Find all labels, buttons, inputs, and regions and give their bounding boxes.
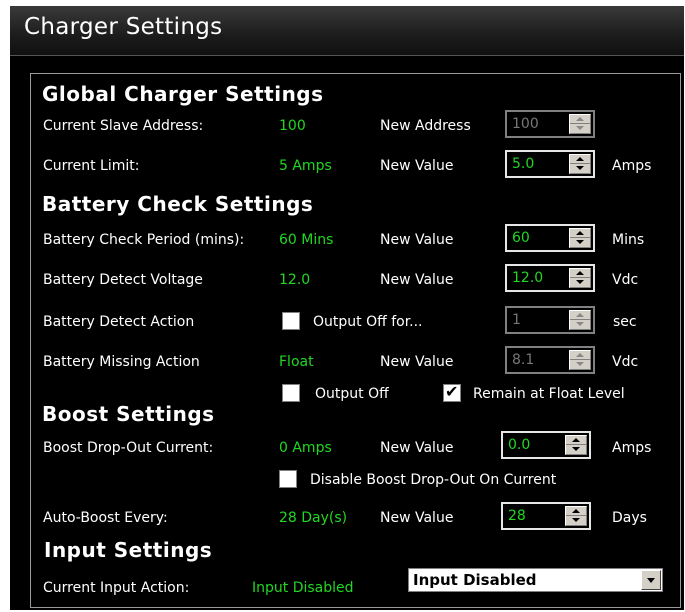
missing-action-value: Float	[279, 354, 314, 370]
spin-down-icon[interactable]	[576, 166, 584, 170]
current-limit-value: 5 Amps	[279, 158, 332, 174]
period-new-value-spinner[interactable]: 60	[505, 224, 595, 252]
global-heading: Global Charger Settings	[42, 82, 324, 106]
detect-action-label: Battery Detect Action	[43, 314, 195, 330]
detect-voltage-label: Battery Detect Voltage	[43, 272, 203, 288]
period-unit: Mins	[612, 232, 645, 248]
period-spin-buttons[interactable]	[569, 228, 591, 248]
disable-boost-label: Disable Boost Drop-Out On Current	[310, 472, 557, 488]
spin-up-icon[interactable]	[576, 313, 584, 317]
boost-heading: Boost Settings	[42, 402, 215, 426]
input-action-selected[interactable]: Input Disabled	[413, 571, 537, 589]
limit-new-value[interactable]: 5.0	[512, 156, 534, 172]
limit-spin-buttons[interactable]	[569, 154, 591, 174]
spin-down-icon[interactable]	[576, 126, 584, 130]
detect-voltage-value: 12.0	[279, 272, 311, 288]
action-new-value-spinner[interactable]: 1	[505, 306, 595, 334]
missing-spin-buttons[interactable]	[569, 350, 591, 370]
voltage-new-value[interactable]: 12.0	[512, 270, 543, 286]
spin-up-icon[interactable]	[576, 271, 584, 275]
current-input-label: Current Input Action:	[43, 580, 190, 596]
dropout-unit: Amps	[612, 440, 652, 456]
spin-up-icon[interactable]	[572, 438, 580, 442]
output-off-for-checkbox[interactable]	[282, 312, 300, 330]
input-heading: Input Settings	[44, 538, 213, 562]
limit-new-value-spinner[interactable]: 5.0	[505, 150, 595, 178]
auto-boost-value: 28 Day(s)	[279, 510, 348, 526]
missing-unit: Vdc	[612, 354, 639, 370]
spin-down-icon[interactable]	[572, 518, 580, 522]
checkmark-icon: ✔	[445, 382, 459, 401]
slave-address-value: 100	[279, 118, 306, 134]
current-limit-label: Current Limit:	[43, 158, 140, 174]
input-action-select[interactable]: Input Disabled	[408, 568, 663, 592]
spin-down-icon[interactable]	[576, 322, 584, 326]
spin-down-icon[interactable]	[576, 240, 584, 244]
output-off-label: Output Off	[315, 386, 389, 402]
spin-up-icon[interactable]	[576, 353, 584, 357]
action-spin-buttons[interactable]	[569, 310, 591, 330]
new-address-spin-buttons[interactable]	[569, 114, 591, 134]
dropout-new-value-spinner[interactable]: 0.0	[501, 431, 591, 459]
missing-new-value[interactable]: 8.1	[512, 352, 534, 368]
window-title: Charger Settings	[24, 14, 223, 40]
missing-new-value-spinner[interactable]: 8.1	[505, 346, 595, 374]
spin-down-icon[interactable]	[576, 362, 584, 366]
spin-up-icon[interactable]	[576, 157, 584, 161]
current-input-value: Input Disabled	[252, 580, 354, 596]
output-off-checkbox[interactable]	[282, 384, 300, 402]
spin-up-icon[interactable]	[572, 509, 580, 513]
check-period-label: Battery Check Period (mins):	[43, 232, 245, 248]
slave-address-label: Current Slave Address:	[43, 118, 204, 134]
voltage-spin-buttons[interactable]	[569, 268, 591, 288]
auto-unit: Days	[612, 510, 647, 526]
check-period-value: 60 Mins	[279, 232, 334, 248]
remain-float-checkbox[interactable]: ✔	[443, 382, 461, 402]
new-address-label: New Address	[380, 118, 471, 134]
action-unit: sec	[613, 314, 637, 330]
auto-spin-buttons[interactable]	[565, 506, 587, 526]
period-new-value-label: New Value	[380, 232, 454, 248]
limit-new-value-label: New Value	[380, 158, 454, 174]
dropout-new-value[interactable]: 0.0	[508, 437, 530, 453]
spin-up-icon[interactable]	[576, 117, 584, 121]
dropout-spin-buttons[interactable]	[565, 435, 587, 455]
disable-boost-checkbox[interactable]	[279, 470, 297, 488]
period-new-value[interactable]: 60	[512, 230, 530, 246]
voltage-new-value-label: New Value	[380, 272, 454, 288]
voltage-unit: Vdc	[612, 272, 639, 288]
auto-boost-label: Auto-Boost Every:	[43, 510, 168, 526]
new-address-spinner[interactable]: 100	[505, 110, 595, 138]
missing-action-label: Battery Missing Action	[43, 354, 200, 370]
limit-unit: Amps	[612, 158, 652, 174]
auto-new-value-spinner[interactable]: 28	[501, 502, 591, 530]
missing-new-value-label: New Value	[380, 354, 454, 370]
title-bar: Charger Settings	[10, 6, 684, 56]
new-address-value[interactable]: 100	[512, 116, 539, 132]
dropout-new-value-label: New Value	[380, 440, 454, 456]
battery-heading: Battery Check Settings	[42, 192, 314, 216]
spin-down-icon[interactable]	[572, 447, 580, 451]
action-new-value[interactable]: 1	[512, 312, 521, 328]
spin-down-icon[interactable]	[576, 280, 584, 284]
spin-up-icon[interactable]	[576, 231, 584, 235]
auto-new-value[interactable]: 28	[508, 508, 526, 524]
boost-dropout-value: 0 Amps	[279, 440, 332, 456]
boost-dropout-label: Boost Drop-Out Current:	[43, 440, 214, 456]
chevron-down-icon[interactable]	[641, 570, 661, 590]
auto-new-value-label: New Value	[380, 510, 454, 526]
voltage-new-value-spinner[interactable]: 12.0	[505, 264, 595, 292]
charger-settings-window: Charger Settings Global Charger Settings…	[10, 6, 684, 610]
remain-float-label: Remain at Float Level	[473, 386, 625, 402]
output-off-for-label: Output Off for...	[313, 314, 423, 330]
